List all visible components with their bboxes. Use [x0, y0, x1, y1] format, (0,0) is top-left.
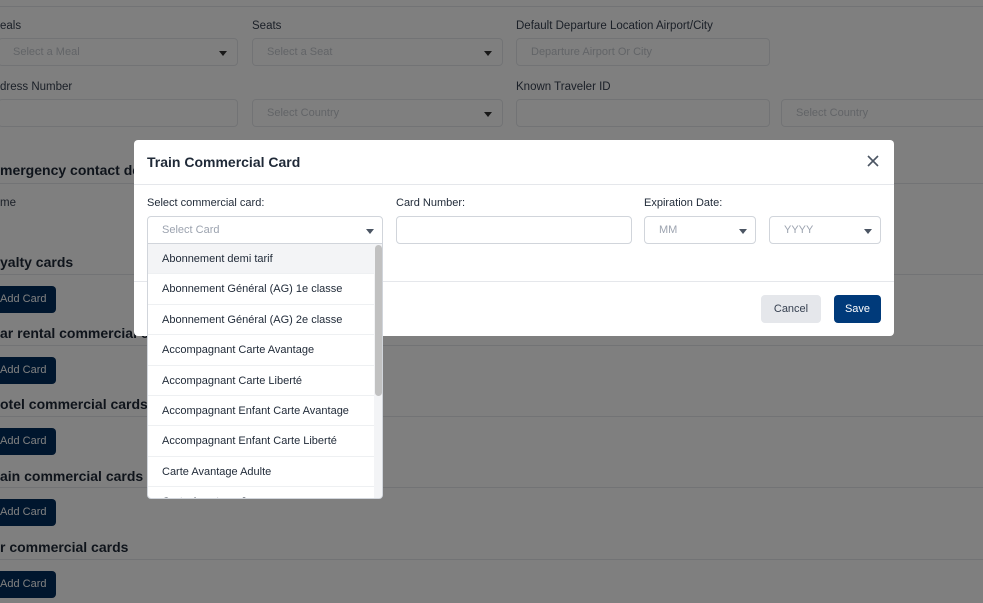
modal-title: Train Commercial Card	[147, 154, 301, 170]
card-number-input[interactable]	[396, 216, 632, 244]
expiration-year-select[interactable]: YYYY	[769, 216, 881, 244]
dropdown-option[interactable]: Accompagnant Carte Avantage	[148, 335, 374, 366]
dropdown-option[interactable]: Accompagnant Enfant Carte Liberté	[148, 426, 374, 457]
expiration-date-label: Expiration Date:	[644, 197, 723, 209]
card-type-placeholder: Select Card	[162, 224, 220, 236]
close-icon	[867, 155, 879, 167]
select-card-label: Select commercial card:	[147, 197, 265, 209]
dropdown-option[interactable]: Abonnement Général (AG) 2e classe	[148, 305, 374, 336]
dropdown-option[interactable]: Carte Avantage Jeune	[148, 487, 374, 498]
dropdown-options-list: Abonnement demi tarif Abonnement Général…	[148, 244, 374, 498]
dropdown-option[interactable]: Carte Avantage Adulte	[148, 457, 374, 488]
close-button[interactable]	[864, 152, 882, 170]
chevron-down-icon	[864, 229, 872, 234]
expiration-month-select[interactable]: MM	[644, 216, 756, 244]
card-number-label: Card Number:	[396, 197, 466, 209]
dropdown-option[interactable]: Accompagnant Carte Liberté	[148, 366, 374, 396]
dropdown-scrollbar[interactable]	[374, 244, 382, 498]
card-type-select[interactable]: Select Card	[147, 216, 383, 244]
dropdown-option[interactable]: Abonnement Général (AG) 1e classe	[148, 274, 374, 305]
dropdown-option[interactable]: Abonnement demi tarif	[148, 244, 374, 275]
year-placeholder: YYYY	[784, 224, 814, 236]
cancel-button[interactable]: Cancel	[761, 295, 821, 323]
dropdown-option[interactable]: Accompagnant Enfant Carte Avantage	[148, 396, 374, 427]
month-placeholder: MM	[659, 224, 678, 236]
save-button[interactable]: Save	[834, 295, 881, 323]
chevron-down-icon	[739, 229, 747, 234]
card-type-dropdown-menu: Abonnement demi tarif Abonnement Général…	[147, 243, 383, 499]
modal-header: Train Commercial Card	[134, 140, 894, 185]
chevron-down-icon	[366, 229, 374, 234]
scrollbar-thumb[interactable]	[375, 245, 382, 396]
